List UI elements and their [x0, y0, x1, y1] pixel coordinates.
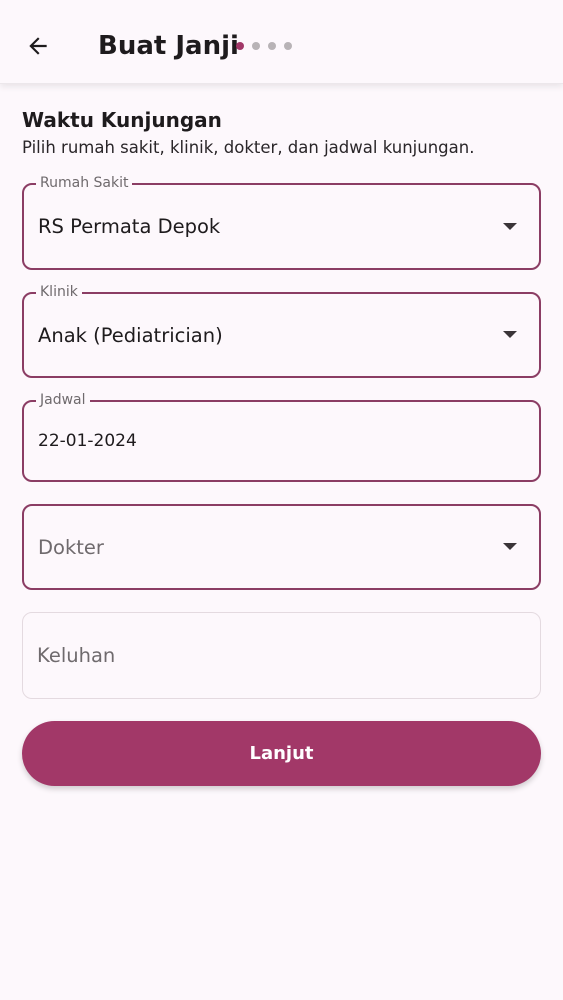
clinic-value: Anak (Pediatrician)	[38, 323, 223, 347]
section-subtitle: Pilih rumah sakit, klinik, dokter, dan j…	[22, 138, 475, 157]
app-bar: Buat Janji	[0, 0, 563, 84]
doctor-select[interactable]: Dokter	[22, 504, 541, 590]
complaint-input[interactable]: Keluhan	[22, 612, 541, 699]
clinic-select[interactable]: Klinik Anak (Pediatrician)	[22, 283, 541, 378]
schedule-field[interactable]: Jadwal 22-01-2024	[22, 391, 541, 482]
doctor-placeholder: Dokter	[38, 535, 104, 559]
step-indicator	[236, 42, 292, 50]
arrow-left-icon	[29, 37, 47, 55]
step-dot-4	[284, 42, 292, 50]
chevron-down-icon	[503, 331, 517, 338]
next-button[interactable]: Lanjut	[22, 721, 541, 786]
page-title: Buat Janji	[98, 31, 239, 61]
hospital-value: RS Permata Depok	[38, 215, 221, 238]
chevron-down-icon	[503, 543, 517, 550]
step-dot-3	[268, 42, 276, 50]
section-title: Waktu Kunjungan	[22, 108, 222, 132]
chevron-down-icon	[503, 222, 517, 230]
schedule-value: 22-01-2024	[38, 431, 137, 451]
back-button[interactable]	[18, 26, 58, 66]
complaint-placeholder: Keluhan	[37, 644, 116, 667]
hospital-select[interactable]: Rumah Sakit RS Permata Depok	[22, 174, 541, 270]
step-dot-2	[252, 42, 260, 50]
step-dot-1	[236, 42, 244, 50]
